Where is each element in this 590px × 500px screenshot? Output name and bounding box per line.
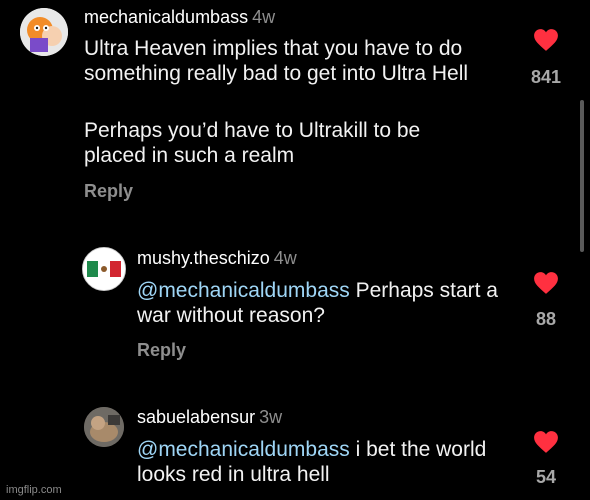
- heart-icon[interactable]: [533, 28, 559, 52]
- avatar-image: [20, 8, 68, 56]
- avatar[interactable]: [82, 247, 126, 291]
- timestamp: 4w: [273, 248, 297, 268]
- username[interactable]: mechanicaldumbass: [84, 7, 248, 27]
- reply-button[interactable]: Reply: [137, 340, 186, 361]
- comment-text: Ultra Heaven implies that you have to do…: [84, 37, 469, 85]
- heart-icon[interactable]: [533, 271, 559, 295]
- avatar-image: [84, 407, 124, 447]
- scrollbar[interactable]: [580, 100, 584, 252]
- reply-button[interactable]: Reply: [84, 181, 133, 202]
- avatar[interactable]: [20, 8, 68, 56]
- watermark: imgflip.com: [6, 484, 62, 496]
- heart-icon[interactable]: [533, 430, 559, 454]
- username[interactable]: sabuelabensur: [137, 407, 255, 427]
- comment-header: mushy.theschizo 4w: [137, 248, 297, 269]
- like-count: 88: [535, 309, 557, 329]
- avatar-image: [83, 248, 125, 290]
- timestamp: 3w: [259, 407, 283, 427]
- comment-text: @mechanicaldumbass Perhaps start a war w…: [137, 278, 507, 328]
- username[interactable]: mushy.theschizo: [137, 248, 270, 268]
- mention-link[interactable]: @mechanicaldumbass: [137, 279, 350, 302]
- like-count: 841: [530, 67, 562, 87]
- avatar[interactable]: [84, 407, 124, 447]
- comment-text-paragraph-2: Perhaps you’d have to Ultrakill to be pl…: [84, 119, 421, 167]
- mention-link[interactable]: @mechanicaldumbass: [137, 438, 350, 461]
- timestamp: 4w: [252, 7, 276, 27]
- comment-text: @mechanicaldumbass i bet the world looks…: [137, 437, 507, 487]
- comment-header: sabuelabensur 3w: [137, 407, 282, 428]
- comment-header: mechanicaldumbass 4w: [84, 7, 275, 28]
- like-count: 54: [535, 467, 557, 487]
